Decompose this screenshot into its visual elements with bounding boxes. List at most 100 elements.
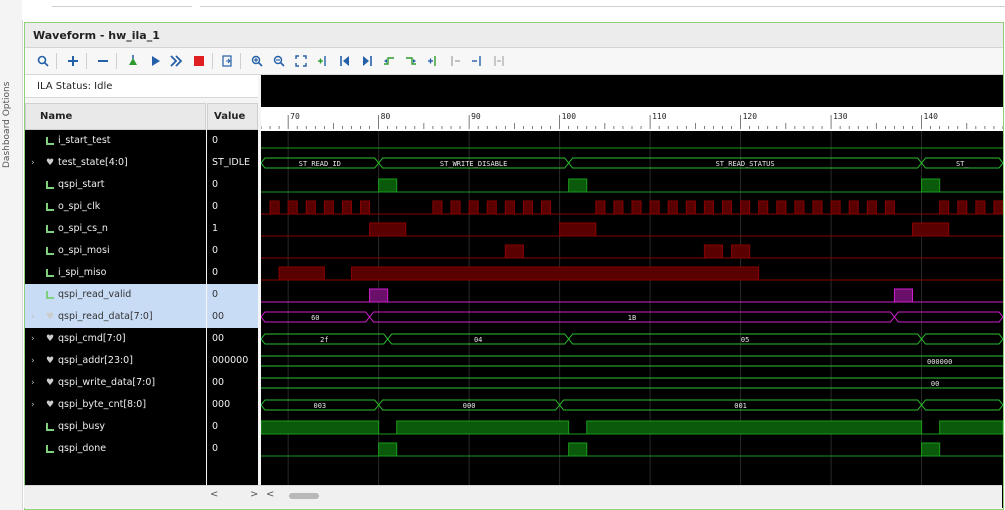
previous-marker-icon[interactable]: [445, 51, 465, 71]
run-immediate-icon[interactable]: [167, 51, 187, 71]
signal-row[interactable]: qspi_start: [25, 174, 206, 196]
next-transition-icon[interactable]: [401, 51, 421, 71]
signal-value-row[interactable]: 1: [207, 218, 258, 240]
signal-row[interactable]: › ♥ qspi_byte_cnt[8:0]: [25, 394, 206, 416]
column-header-value[interactable]: Value: [207, 103, 258, 130]
expand-arrow-icon[interactable]: ›: [31, 328, 35, 350]
bus-segment: [920, 333, 1003, 345]
wave-pulse: [486, 200, 497, 215]
wave-pulse: [323, 200, 334, 215]
waveform-area[interactable]: 70 80 90 100 110 120 130 140 ST_READ_ID ST_WRITE_…: [261, 75, 1003, 508]
signal-value-row[interactable]: 0: [207, 416, 258, 438]
signal-value-row[interactable]: 0: [207, 284, 258, 306]
signal-row[interactable]: › ♥ qspi_cmd[7:0]: [25, 328, 206, 350]
signal-row[interactable]: o_spi_mosi: [25, 240, 206, 262]
horizontal-scrollbar[interactable]: < > <: [24, 485, 1002, 508]
wave-pulse: [269, 200, 280, 215]
signal-value-row[interactable]: 0: [207, 438, 258, 460]
signal-value-row[interactable]: 000000: [207, 350, 258, 372]
signal-name: o_spi_mosi: [58, 245, 110, 256]
wave-pulse: [631, 200, 642, 215]
zoom-in-icon[interactable]: [247, 51, 267, 71]
add-marker-icon-2[interactable]: [423, 51, 443, 71]
signal-name: qspi_read_data[7:0]: [58, 311, 153, 322]
bus-segment: [893, 311, 1003, 323]
bus-value-label: ST_WRITE_DISABLE: [440, 160, 507, 168]
wave-pulse: [758, 200, 769, 215]
go-to-first-icon[interactable]: [335, 51, 355, 71]
signal-row[interactable]: qspi_done: [25, 438, 206, 460]
toolbar-divider: [212, 53, 213, 69]
wave-pulse: [350, 266, 760, 281]
expand-arrow-icon[interactable]: ›: [31, 350, 35, 372]
signal-value: 0: [212, 135, 219, 146]
signal-row[interactable]: o_spi_cs_n: [25, 218, 206, 240]
export-icon[interactable]: [217, 51, 237, 71]
signal-value-row[interactable]: 0: [207, 196, 258, 218]
signal-row[interactable]: qspi_busy: [25, 416, 206, 438]
expand-arrow-icon[interactable]: ›: [31, 152, 35, 174]
go-to-last-icon[interactable]: [357, 51, 377, 71]
wave-pulse: [957, 200, 968, 215]
signal-row[interactable]: i_start_test: [25, 130, 206, 152]
signal-value-row[interactable]: 000: [207, 394, 258, 416]
wave-pulse: [939, 200, 950, 215]
bus-value-label: 05: [741, 336, 749, 344]
expand-arrow-icon[interactable]: ›: [31, 372, 35, 394]
expand-arrow-icon[interactable]: ›: [31, 306, 35, 328]
run-trigger-icon[interactable]: [145, 51, 165, 71]
wave-scroll-left-button[interactable]: <: [266, 489, 274, 500]
wave-pulse: [522, 200, 533, 215]
wave-pulse: [613, 200, 624, 215]
ruler-tick-label: 140: [924, 112, 939, 121]
expand-arrow-icon[interactable]: ›: [31, 394, 35, 416]
wave-pulse: [721, 200, 733, 215]
side-panel-label[interactable]: Dashboard Options: [2, 60, 20, 190]
signal-name: test_state[4:0]: [58, 157, 128, 168]
remove-icon[interactable]: [93, 51, 113, 71]
scroll-left-button[interactable]: <: [210, 489, 218, 500]
signal-value-row[interactable]: ST_IDLE: [207, 152, 258, 174]
stop-icon[interactable]: [189, 51, 209, 71]
signal-row[interactable]: o_spi_clk: [25, 196, 206, 218]
add-icon[interactable]: [63, 51, 83, 71]
signal-value-row[interactable]: 0: [207, 130, 258, 152]
column-header-name[interactable]: Name: [25, 103, 206, 130]
ruler-tick-label: 90: [471, 112, 481, 121]
signal-row[interactable]: › ♥ qspi_read_data[7:0]: [25, 306, 206, 328]
signal-row[interactable]: › ♥ qspi_write_data[7:0]: [25, 372, 206, 394]
zoom-out-icon[interactable]: [269, 51, 289, 71]
waveform-canvas[interactable]: 70 80 90 100 110 120 130 140 ST_READ_ID ST_WRITE_…: [261, 75, 1003, 508]
wave-pulse: [776, 200, 787, 215]
scroll-right-button[interactable]: >: [250, 489, 258, 500]
signal-row[interactable]: qspi_read_valid: [25, 284, 206, 306]
signal-name: qspi_busy: [58, 421, 106, 432]
signal-value-row[interactable]: 00: [207, 328, 258, 350]
zoom-fit-icon[interactable]: [291, 51, 311, 71]
wave-pulse: [396, 420, 570, 435]
previous-transition-icon[interactable]: [379, 51, 399, 71]
signal-value-row[interactable]: 0: [207, 240, 258, 262]
search-icon[interactable]: [33, 51, 53, 71]
signal-row[interactable]: › ♥ qspi_addr[23:0]: [25, 350, 206, 372]
bus-signal-icon: ♥: [46, 400, 55, 410]
add-marker-icon[interactable]: [313, 51, 333, 71]
scroll-thumb[interactable]: [289, 493, 319, 499]
signal-value: 0: [212, 421, 219, 432]
signal-value-row[interactable]: 0: [207, 174, 258, 196]
signal-value-row[interactable]: 0: [207, 262, 258, 284]
wave-pulse: [993, 200, 1003, 215]
go-to-time-icon[interactable]: [123, 51, 143, 71]
signal-name: qspi_done: [58, 443, 107, 454]
signal-row[interactable]: i_spi_miso: [25, 262, 206, 284]
signal-value-row[interactable]: 00: [207, 372, 258, 394]
swap-cursor-icon[interactable]: [489, 51, 509, 71]
signal-row[interactable]: › ♥ test_state[4:0]: [25, 152, 206, 174]
wave-pulse: [649, 200, 660, 215]
next-marker-icon[interactable]: [467, 51, 487, 71]
bit-signal-icon: [46, 225, 54, 233]
waveform-toolbar: [25, 48, 1003, 75]
wave-pulse: [884, 200, 895, 215]
signal-value-row[interactable]: 00: [207, 306, 258, 328]
signal-value: 0: [212, 179, 219, 190]
